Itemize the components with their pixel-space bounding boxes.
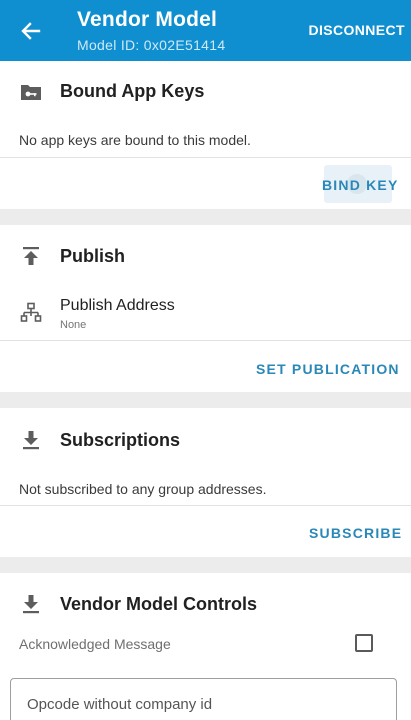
subscribe-button[interactable]: SUBSCRIBE (309, 525, 402, 541)
network-icon (19, 301, 43, 325)
controls-title: Vendor Model Controls (60, 594, 258, 614)
divider (0, 505, 411, 506)
model-id: Model ID: 0x02E51414 (77, 37, 226, 53)
subscriptions-title: Subscriptions (60, 430, 181, 450)
download-icon (19, 592, 43, 616)
publish-card: Publish Publish Address None SET PUBLICA… (0, 225, 411, 392)
opcode-field (10, 678, 397, 720)
app-keys-title: Bound App Keys (60, 81, 205, 101)
disconnect-button[interactable]: DISCONNECT (308, 22, 405, 38)
publish-address-label: Publish Address (60, 297, 175, 314)
divider (0, 340, 411, 341)
publish-address-value: None (60, 319, 87, 331)
divider (0, 157, 411, 158)
download-icon (19, 428, 43, 452)
key-folder-icon (19, 80, 43, 104)
set-publication-button[interactable]: SET PUBLICATION (256, 361, 400, 377)
bind-key-button[interactable]: BIND KEY (322, 177, 399, 193)
opcode-input[interactable] (27, 693, 377, 715)
acknowledged-message-label: Acknowledged Message (19, 636, 171, 652)
subscriptions-message: Not subscribed to any group addresses. (19, 481, 267, 497)
app-bar: Vendor Model Model ID: 0x02E51414 DISCON… (0, 0, 411, 61)
subscriptions-card: Subscriptions Not subscribed to any grou… (0, 408, 411, 557)
publish-title: Publish (60, 246, 126, 266)
page-title: Vendor Model (77, 8, 218, 31)
back-arrow-icon[interactable] (18, 18, 44, 44)
acknowledged-message-checkbox[interactable] (355, 634, 373, 652)
publish-icon (19, 244, 43, 268)
app-keys-message: No app keys are bound to this model. (19, 132, 251, 148)
